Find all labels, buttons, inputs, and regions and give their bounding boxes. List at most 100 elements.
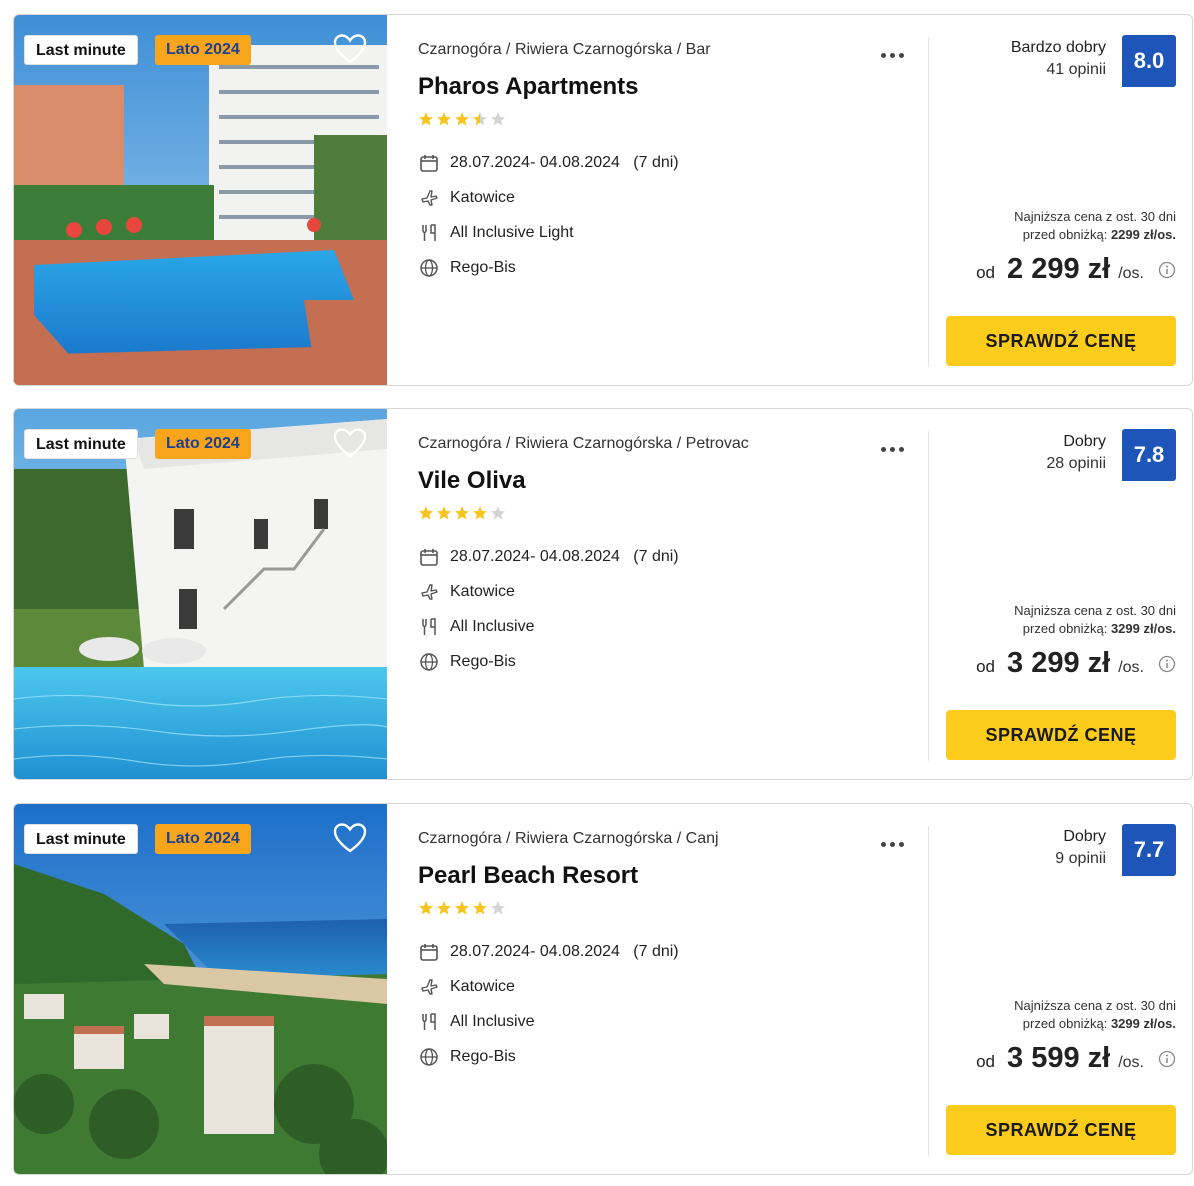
offer-info: Czarnogóra / Riwiera Czarnogórska / Canj… xyxy=(418,804,918,1174)
rating-text: Dobry 28 opinii xyxy=(1046,431,1106,475)
check-price-button[interactable]: SPRAWDŹ CENĘ xyxy=(946,316,1176,366)
lowest-line1: Najniższa cena z ost. 30 dni xyxy=(1014,998,1176,1013)
cutlery-icon xyxy=(418,616,440,638)
more-icon[interactable] xyxy=(881,45,911,58)
dates-text: 28.07.2024- 04.08.2024 (7 dni) xyxy=(450,547,679,565)
breadcrumb[interactable]: Czarnogóra / Riwiera Czarnogórska / Canj xyxy=(418,830,719,848)
divider xyxy=(928,37,929,367)
offer-info: Czarnogóra / Riwiera Czarnogórska / Bar … xyxy=(418,15,918,385)
breadcrumb[interactable]: Czarnogóra / Riwiera Czarnogórska / Bar xyxy=(418,41,711,59)
last-minute-badge: Last minute xyxy=(24,824,138,854)
star-icon xyxy=(437,112,451,126)
rating-count[interactable]: 41 opinii xyxy=(1011,59,1106,81)
hotel-photo[interactable]: Last minute Lato 2024 xyxy=(14,804,387,1174)
offer-info: Czarnogóra / Riwiera Czarnogórska / Petr… xyxy=(418,409,918,779)
departure-row: Katowice xyxy=(418,969,679,1004)
departure-text: Katowice xyxy=(450,188,515,206)
dates-row: 28.07.2024- 04.08.2024 (7 dni) xyxy=(418,145,679,180)
operator-row: Rego-Bis xyxy=(418,250,679,285)
lowest-line2-value: 2299 zł/os. xyxy=(1110,227,1176,242)
rating-block[interactable]: Dobry 28 opinii 7.8 xyxy=(936,429,1176,483)
hotel-name[interactable]: Vile Oliva xyxy=(418,467,526,495)
breadcrumb[interactable]: Czarnogóra / Riwiera Czarnogórska / Petr… xyxy=(418,435,749,453)
hotel-name[interactable]: Pharos Apartments xyxy=(418,73,639,101)
calendar-icon xyxy=(418,152,440,174)
rating-label: Bardzo dobry xyxy=(1010,39,1106,56)
star-rating xyxy=(418,505,508,521)
dates-text: 28.07.2024- 04.08.2024 (7 dni) xyxy=(450,942,679,960)
dates-text: 28.07.2024- 04.08.2024 (7 dni) xyxy=(450,153,679,171)
info-icon[interactable] xyxy=(1158,1050,1176,1068)
info-icon[interactable] xyxy=(1158,261,1176,279)
offer-card[interactable]: Last minute Lato 2024 Czarnogóra / Riwie… xyxy=(13,408,1193,780)
heart-icon[interactable] xyxy=(333,822,367,854)
hotel-name[interactable]: Pearl Beach Resort xyxy=(418,862,638,890)
star-icon xyxy=(491,901,505,915)
last-minute-badge: Last minute xyxy=(24,35,138,65)
hotel-photo[interactable]: Last minute Lato 2024 xyxy=(14,15,387,385)
plane-icon xyxy=(418,187,440,209)
star-icon xyxy=(419,112,433,126)
lowest-line2: przed obniżką: 3299 zł/os. xyxy=(1014,1015,1176,1033)
hotel-photo[interactable]: Last minute Lato 2024 xyxy=(14,409,387,779)
lowest-line2-prefix: przed obniżką: xyxy=(1022,227,1111,242)
price-row: od 3 299 zł /os. xyxy=(976,647,1176,680)
lowest-line1: Najniższa cena z ost. 30 dni xyxy=(1014,603,1176,618)
board-text: All Inclusive xyxy=(450,1012,535,1030)
lowest-line2: przed obniżką: 3299 zł/os. xyxy=(1014,620,1176,638)
score-badge: 7.8 xyxy=(1122,429,1176,481)
dates-row: 28.07.2024- 04.08.2024 (7 dni) xyxy=(418,539,679,574)
price-row: od 2 299 zł /os. xyxy=(976,253,1176,286)
operator-row: Rego-Bis xyxy=(418,1039,679,1074)
more-icon[interactable] xyxy=(881,834,911,847)
rating-block[interactable]: Bardzo dobry 41 opinii 8.0 xyxy=(936,35,1176,89)
plane-icon xyxy=(418,976,440,998)
price-amount: 3 599 zł xyxy=(1007,1042,1111,1074)
star-rating xyxy=(418,900,508,916)
globe-icon xyxy=(418,651,440,673)
score-badge: 7.7 xyxy=(1122,824,1176,876)
price-unit: /os. xyxy=(1118,265,1144,282)
star-icon xyxy=(437,901,451,915)
heart-icon[interactable] xyxy=(333,427,367,459)
board-row: All Inclusive Light xyxy=(418,215,679,250)
star-icon xyxy=(455,112,469,126)
price-row: od 3 599 zł /os. xyxy=(976,1042,1176,1075)
offer-card[interactable]: Last minute Lato 2024 Czarnogóra / Riwie… xyxy=(13,803,1193,1175)
star-icon xyxy=(455,506,469,520)
price-amount: 3 299 zł xyxy=(1007,647,1111,679)
season-badge: Lato 2024 xyxy=(155,429,251,459)
rating-count[interactable]: 9 opinii xyxy=(1055,848,1106,870)
star-icon xyxy=(473,901,487,915)
season-badge: Lato 2024 xyxy=(155,824,251,854)
board-row: All Inclusive xyxy=(418,1004,679,1039)
star-icon xyxy=(437,506,451,520)
lowest-line1: Najniższa cena z ost. 30 dni xyxy=(1014,209,1176,224)
more-icon[interactable] xyxy=(881,439,911,452)
heart-icon[interactable] xyxy=(333,33,367,65)
star-icon xyxy=(455,901,469,915)
rating-block[interactable]: Dobry 9 opinii 7.7 xyxy=(936,824,1176,878)
hotel-photo-image xyxy=(14,409,387,779)
globe-icon xyxy=(418,257,440,279)
operator-text: Rego-Bis xyxy=(450,1047,516,1065)
offer-card[interactable]: Last minute Lato 2024 Czarnogóra / Riwie… xyxy=(13,14,1193,386)
check-price-button[interactable]: SPRAWDŹ CENĘ xyxy=(946,1105,1176,1155)
last-minute-badge: Last minute xyxy=(24,429,138,459)
globe-icon xyxy=(418,1046,440,1068)
check-price-button[interactable]: SPRAWDŹ CENĘ xyxy=(946,710,1176,760)
price-unit: /os. xyxy=(1118,659,1144,676)
calendar-icon xyxy=(418,546,440,568)
price-from: od xyxy=(976,657,996,676)
star-icon xyxy=(419,901,433,915)
divider xyxy=(928,826,929,1156)
star-icon xyxy=(491,506,505,520)
star-icon xyxy=(473,506,487,520)
offer-facts: 28.07.2024- 04.08.2024 (7 dni) Katowice … xyxy=(418,934,679,1074)
departure-row: Katowice xyxy=(418,180,679,215)
info-icon[interactable] xyxy=(1158,655,1176,673)
rating-count[interactable]: 28 opinii xyxy=(1046,453,1106,475)
lowest-price-note: Najniższa cena z ost. 30 dni przed obniż… xyxy=(1014,208,1176,244)
offer-facts: 28.07.2024- 04.08.2024 (7 dni) Katowice … xyxy=(418,145,679,285)
rating-label: Dobry xyxy=(1063,828,1106,845)
